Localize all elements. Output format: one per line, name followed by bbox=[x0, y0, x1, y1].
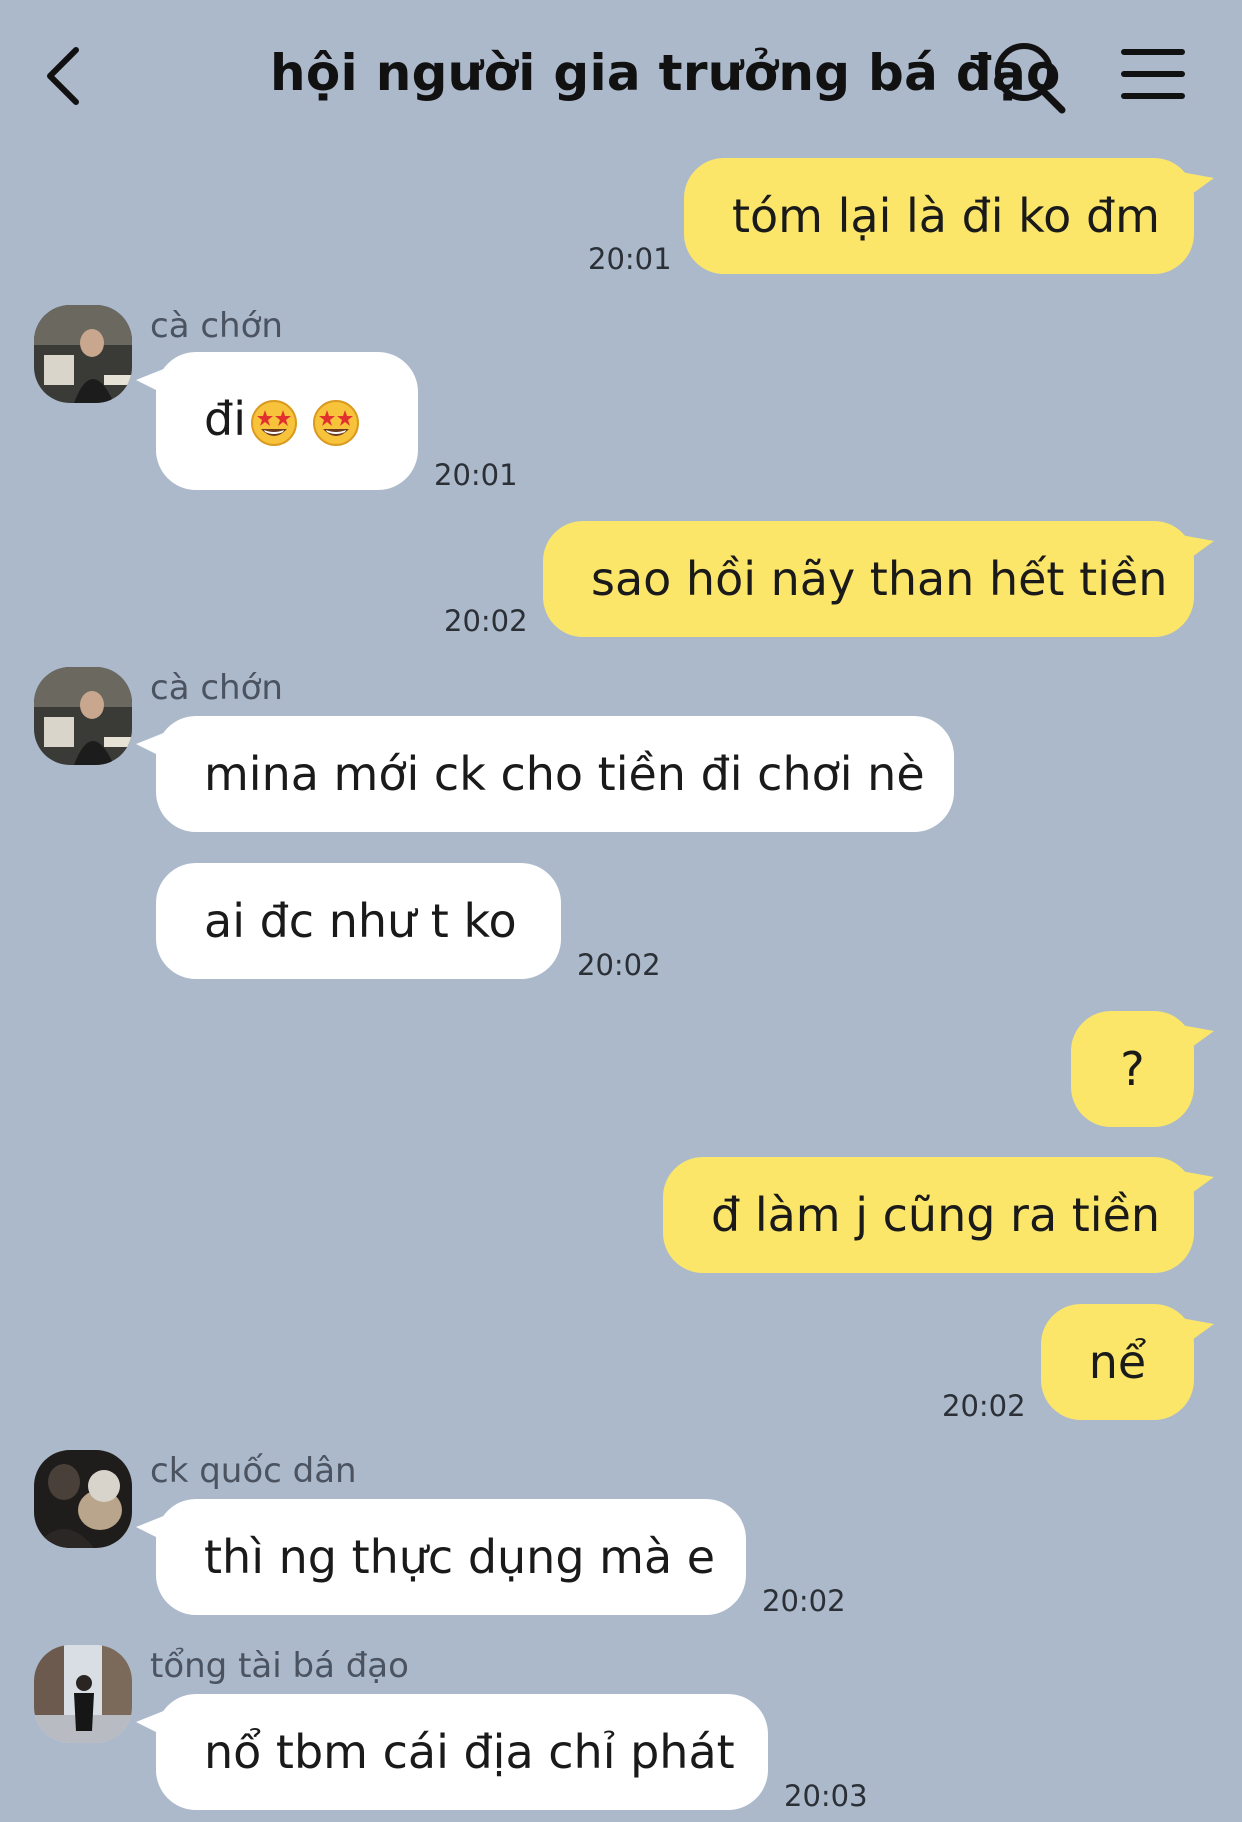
message-text: tóm lại là đi ko đm bbox=[732, 189, 1160, 243]
menu-button[interactable] bbox=[1118, 44, 1188, 104]
sender-name: cà chớn bbox=[150, 306, 283, 346]
message-time: 20:03 bbox=[784, 1779, 868, 1813]
hamburger-menu-icon bbox=[1121, 49, 1185, 99]
chat-title: hội người gia trưởng bá đạo bbox=[270, 44, 1061, 102]
avatar[interactable] bbox=[34, 305, 132, 403]
message-time: 20:02 bbox=[577, 948, 661, 982]
bubble-tail bbox=[1170, 1023, 1214, 1063]
message-time: 20:02 bbox=[762, 1584, 846, 1618]
message-time: 20:02 bbox=[444, 604, 528, 638]
their-message-bubble[interactable]: thì ng thực dụng mà e bbox=[156, 1499, 746, 1615]
sender-name: ck quốc dân bbox=[150, 1451, 357, 1491]
message-text: ? bbox=[1120, 1042, 1145, 1096]
chevron-left-icon bbox=[47, 47, 79, 105]
search-button[interactable] bbox=[990, 38, 1070, 118]
message-text: nể bbox=[1088, 1335, 1147, 1389]
message-time: 20:01 bbox=[588, 242, 672, 276]
sender-name: cà chớn bbox=[150, 668, 283, 708]
my-message-bubble[interactable]: sao hồi nãy than hết tiền bbox=[543, 521, 1194, 637]
their-message-bubble[interactable]: ai đc như t ko bbox=[156, 863, 561, 979]
back-button[interactable] bbox=[40, 38, 90, 110]
bubble-tail bbox=[1170, 1169, 1214, 1209]
message-time: 20:02 bbox=[942, 1389, 1026, 1423]
my-message-bubble[interactable]: tóm lại là đi ko đm bbox=[684, 158, 1194, 274]
bubble-tail bbox=[1170, 1316, 1214, 1356]
my-message-bubble[interactable]: đ làm j cũng ra tiền bbox=[663, 1157, 1194, 1273]
bubble-tail bbox=[1170, 533, 1214, 573]
their-message-bubble[interactable]: mina mới ck cho tiền đi chơi nè bbox=[156, 716, 954, 832]
message-text: thì ng thực dụng mà e bbox=[204, 1530, 716, 1584]
message-text: đ làm j cũng ra tiền bbox=[711, 1188, 1161, 1242]
message-text: nổ tbm cái địa chỉ phát bbox=[204, 1725, 735, 1779]
star-struck-emoji-icon bbox=[250, 399, 297, 446]
message-text: ai đc như t ko bbox=[204, 894, 517, 948]
search-icon bbox=[995, 43, 1066, 114]
message-time: 20:01 bbox=[434, 458, 518, 492]
avatar[interactable] bbox=[34, 1645, 132, 1743]
sender-name: tổng tài bá đạo bbox=[150, 1646, 409, 1686]
their-message-bubble[interactable]: nổ tbm cái địa chỉ phát bbox=[156, 1694, 768, 1810]
star-struck-emoji-icon bbox=[312, 399, 359, 446]
message-text: đi bbox=[204, 392, 246, 446]
message-text: mina mới ck cho tiền đi chơi nè bbox=[204, 747, 925, 801]
bubble-tail bbox=[1170, 170, 1214, 210]
chat-header: hội người gia trưởng bá đạo bbox=[0, 0, 1242, 150]
message-text: sao hồi nãy than hết tiền bbox=[591, 552, 1168, 606]
their-message-bubble[interactable]: đi bbox=[156, 352, 418, 490]
avatar[interactable] bbox=[34, 667, 132, 765]
avatar[interactable] bbox=[34, 1450, 132, 1548]
